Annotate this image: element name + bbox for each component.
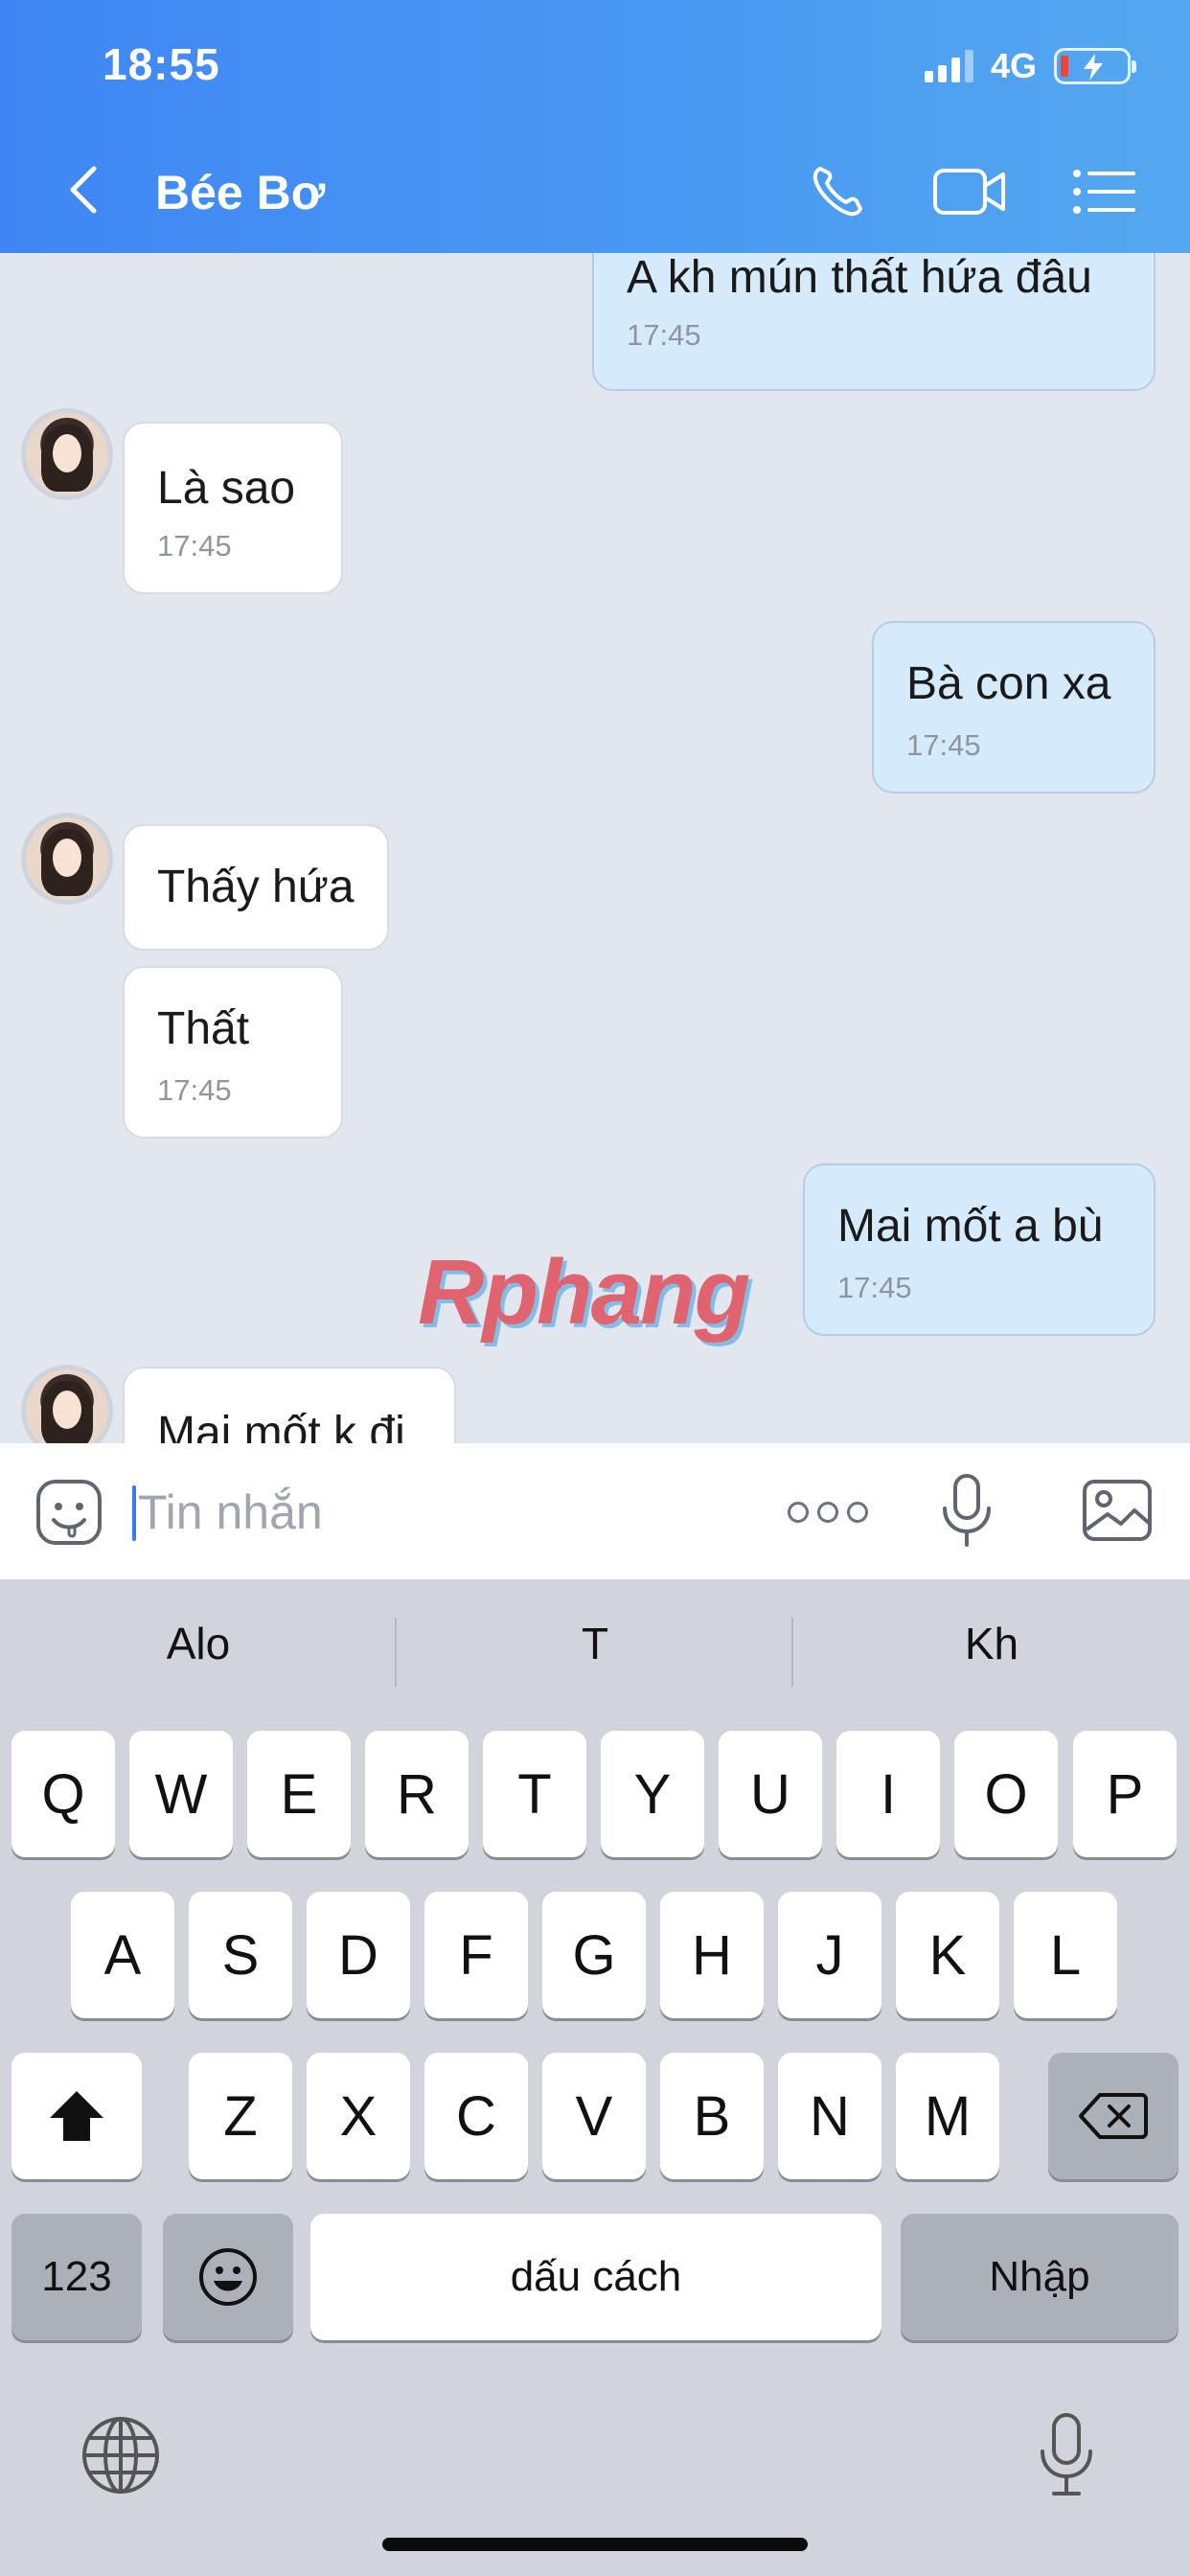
key-b[interactable]: B <box>660 2053 764 2179</box>
key-v[interactable]: V <box>542 2053 646 2179</box>
contact-name[interactable]: Bée Bơ <box>155 165 325 220</box>
message-time: 17:45 <box>627 318 701 352</box>
message-bubble-incoming[interactable]: Thấy hứa <box>123 824 389 951</box>
message-text: Là sao <box>157 463 296 514</box>
key-i[interactable]: I <box>836 1731 940 1857</box>
chat-header: 18:55 4G Bée Bơ <box>0 0 1190 253</box>
key-q[interactable]: Q <box>11 1731 115 1857</box>
suggestion-item[interactable]: Kh <box>793 1618 1190 1669</box>
suggestion-item[interactable]: T <box>397 1618 793 1669</box>
watermark-logo: Rphang <box>418 1241 750 1344</box>
key-c[interactable]: C <box>424 2053 528 2179</box>
status-time: 18:55 <box>103 39 220 89</box>
voice-message-icon[interactable] <box>937 1472 996 1555</box>
message-bubble-outgoing[interactable]: A kh mún thất hứa đâu 17:45 <box>592 253 1156 391</box>
message-time: 17:45 <box>157 529 232 563</box>
key-p[interactable]: P <box>1073 1731 1177 1857</box>
key-h[interactable]: H <box>660 1892 764 2018</box>
nav-bar: Bée Bơ <box>0 144 1190 240</box>
key-x[interactable]: X <box>307 2053 410 2179</box>
message-text: Mai mốt k đi <box>157 1408 405 1443</box>
key-m[interactable]: M <box>896 2053 999 2179</box>
key-u[interactable]: U <box>719 1731 822 1857</box>
message-input[interactable] <box>138 1478 713 1547</box>
globe-icon[interactable] <box>80 2415 161 2500</box>
key-j[interactable]: J <box>778 1892 881 2018</box>
key-n[interactable]: N <box>778 2053 881 2179</box>
message-bubble-incoming[interactable]: Mai mốt k đi <box>123 1367 456 1443</box>
text-caret <box>132 1485 136 1541</box>
key-w[interactable]: W <box>129 1731 233 1857</box>
message-time: 17:45 <box>837 1271 912 1304</box>
key-o[interactable]: O <box>954 1731 1058 1857</box>
key-t[interactable]: T <box>483 1731 586 1857</box>
message-text: Thấy hứa <box>157 862 355 912</box>
contact-avatar[interactable] <box>21 408 113 500</box>
contact-avatar[interactable] <box>21 1365 113 1443</box>
back-icon[interactable] <box>56 161 113 218</box>
key-a[interactable]: A <box>71 1892 174 2018</box>
key-r[interactable]: R <box>365 1731 469 1857</box>
keyboard: Alo T Kh Q W E R T Y U I O P A S D F G H… <box>0 1579 1190 2576</box>
contact-avatar[interactable] <box>21 813 113 905</box>
message-text: Thất <box>157 1003 250 1054</box>
status-indicators: 4G <box>924 42 1136 90</box>
backspace-key[interactable] <box>1048 2053 1179 2179</box>
message-bubble-outgoing[interactable]: Bà con xa 17:45 <box>872 621 1156 794</box>
return-key[interactable]: Nhập <box>901 2214 1179 2340</box>
network-type: 4G <box>990 46 1037 85</box>
more-options-icon[interactable] <box>788 1482 868 1543</box>
message-time: 17:45 <box>157 1073 232 1107</box>
battery-icon <box>1054 48 1136 84</box>
message-text: Mai mốt a bù <box>837 1201 1104 1252</box>
message-list[interactable]: A kh mún thất hứa đâu 17:45 Là sao 17:45… <box>0 253 1190 1443</box>
phone-call-icon[interactable] <box>807 157 868 226</box>
key-z[interactable]: Z <box>189 2053 292 2179</box>
message-text: Bà con xa <box>906 658 1111 709</box>
shift-key[interactable] <box>11 2053 142 2179</box>
emoji-keyboard-key[interactable] <box>163 2214 293 2340</box>
message-bubble-incoming[interactable]: Thất 17:45 <box>123 966 343 1138</box>
dictation-mic-icon[interactable] <box>1037 2411 1096 2504</box>
key-d[interactable]: D <box>307 1892 410 2018</box>
space-key[interactable]: dấu cách <box>310 2214 881 2340</box>
key-k[interactable]: K <box>896 1892 999 2018</box>
key-g[interactable]: G <box>542 1892 646 2018</box>
key-e[interactable]: E <box>247 1731 351 1857</box>
key-y[interactable]: Y <box>601 1731 704 1857</box>
message-text: A kh mún thất hứa đâu <box>627 253 1092 303</box>
suggestion-item[interactable]: Alo <box>0 1618 397 1669</box>
video-call-icon[interactable] <box>931 157 1008 226</box>
menu-list-icon[interactable] <box>1071 157 1136 226</box>
suggestion-bar: Alo T Kh <box>0 1579 1190 1721</box>
sticker-icon[interactable] <box>34 1478 103 1547</box>
home-indicator[interactable] <box>382 2538 808 2551</box>
message-bubble-outgoing[interactable]: Mai mốt a bù 17:45 <box>803 1163 1156 1336</box>
message-composer <box>0 1443 1190 1579</box>
image-gallery-icon[interactable] <box>1081 1476 1154 1550</box>
key-l[interactable]: L <box>1014 1892 1117 2018</box>
signal-icon <box>924 50 973 82</box>
numbers-key[interactable]: 123 <box>11 2214 142 2340</box>
message-bubble-incoming[interactable]: Là sao 17:45 <box>123 422 343 594</box>
key-f[interactable]: F <box>424 1892 528 2018</box>
key-s[interactable]: S <box>189 1892 292 2018</box>
message-time: 17:45 <box>906 728 981 762</box>
